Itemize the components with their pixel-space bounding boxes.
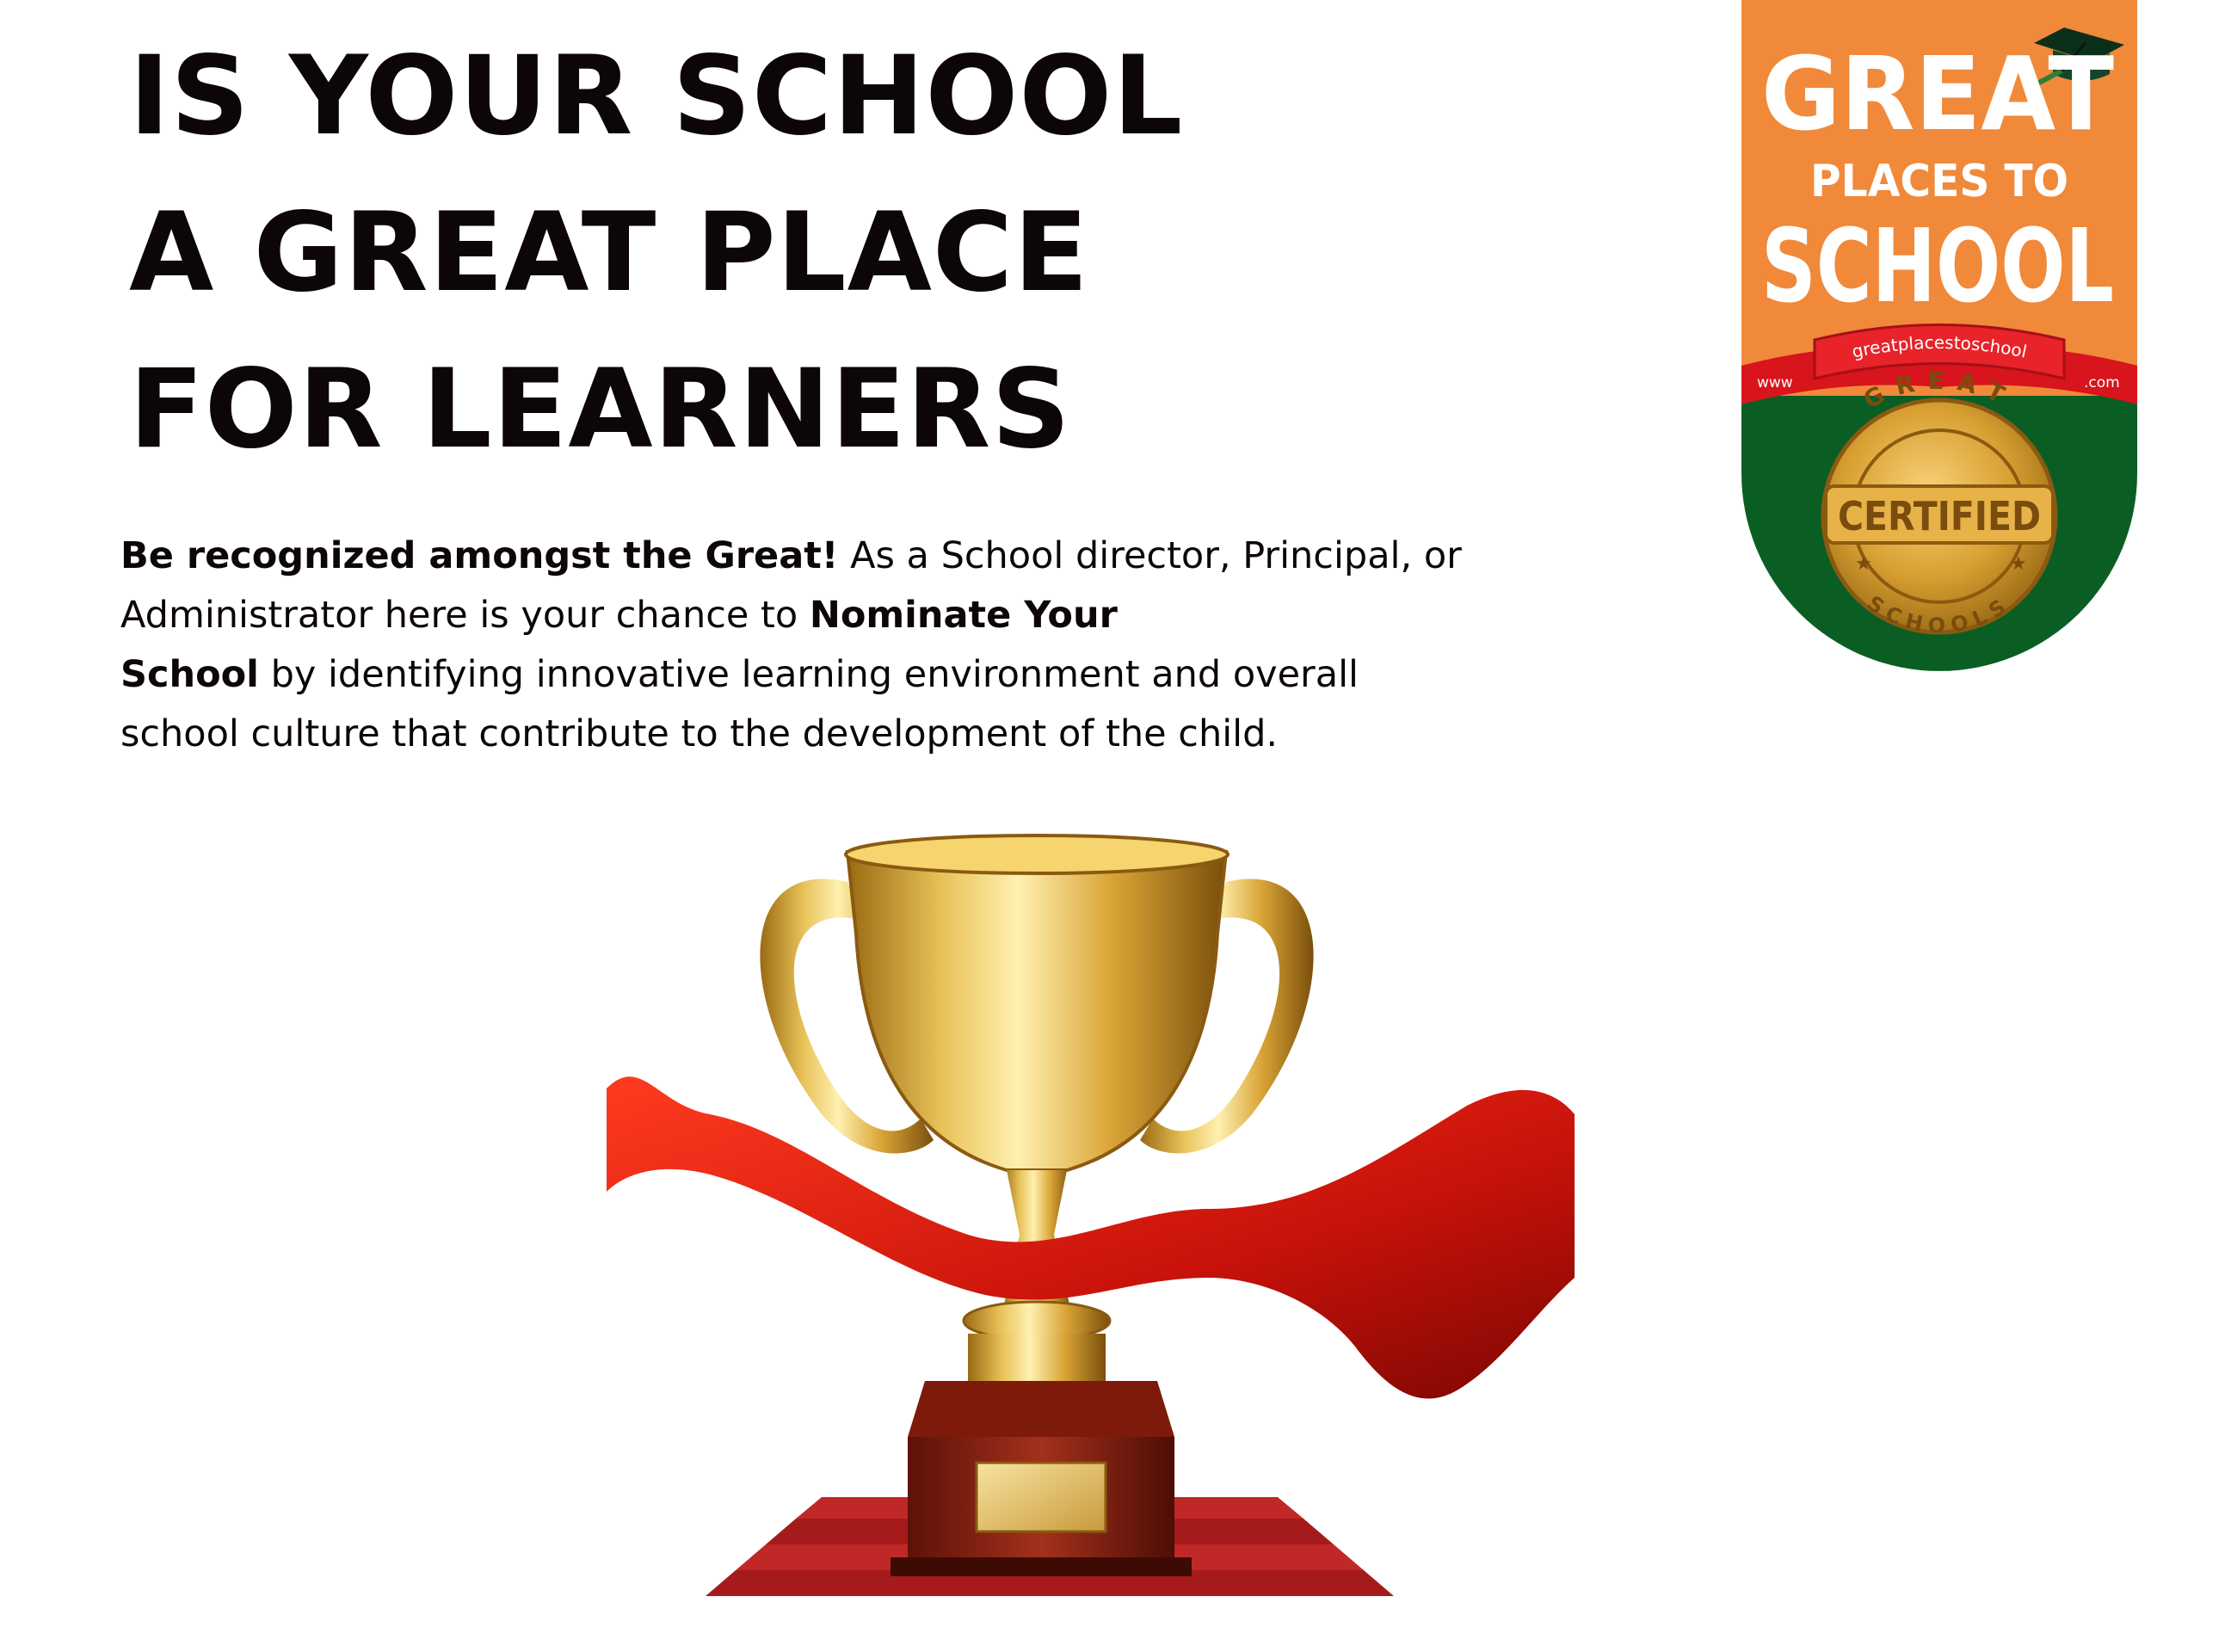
badge-school-text: SCHOOL — [1761, 206, 2114, 325]
intro-bold-lead: Be recognized amongst the Great! — [120, 534, 839, 577]
intro-bold-nominate: Nominate Your — [809, 594, 1118, 637]
svg-text:★: ★ — [2010, 553, 2027, 575]
badge-places-text: PLACES TO — [1810, 156, 2068, 207]
trophy-cup — [845, 850, 1229, 1172]
trophy-illustration — [607, 834, 1575, 1596]
headline-line-3: FOR LEARNERS — [129, 345, 1071, 472]
blank-plaque — [975, 1461, 1107, 1533]
headline-line-2: A GREAT PLACE — [129, 188, 1089, 316]
intro-bold-school: School — [120, 653, 259, 696]
seal-certified-text: CERTIFIED — [1838, 493, 2041, 539]
headline: IS YOUR SCHOOL A GREAT PLACE FOR LEARNER… — [129, 17, 1248, 487]
trophy-base — [891, 1381, 1192, 1576]
great-places-badge: GREAT PLACES TO SCHOOL www greatplacesto… — [1741, 0, 2137, 671]
ribbon-www-text: www — [1757, 374, 1793, 391]
badge-great-text: GREAT — [1761, 34, 2114, 153]
ribbon-com-text: .com — [2084, 374, 2120, 391]
headline-line-1: IS YOUR SCHOOL — [129, 32, 1184, 159]
intro-text-2: by identifying innovative learning envir… — [120, 653, 1359, 755]
intro-paragraph: Be recognized amongst the Great! As a Sc… — [120, 527, 1463, 764]
svg-text:★: ★ — [1855, 553, 1872, 575]
